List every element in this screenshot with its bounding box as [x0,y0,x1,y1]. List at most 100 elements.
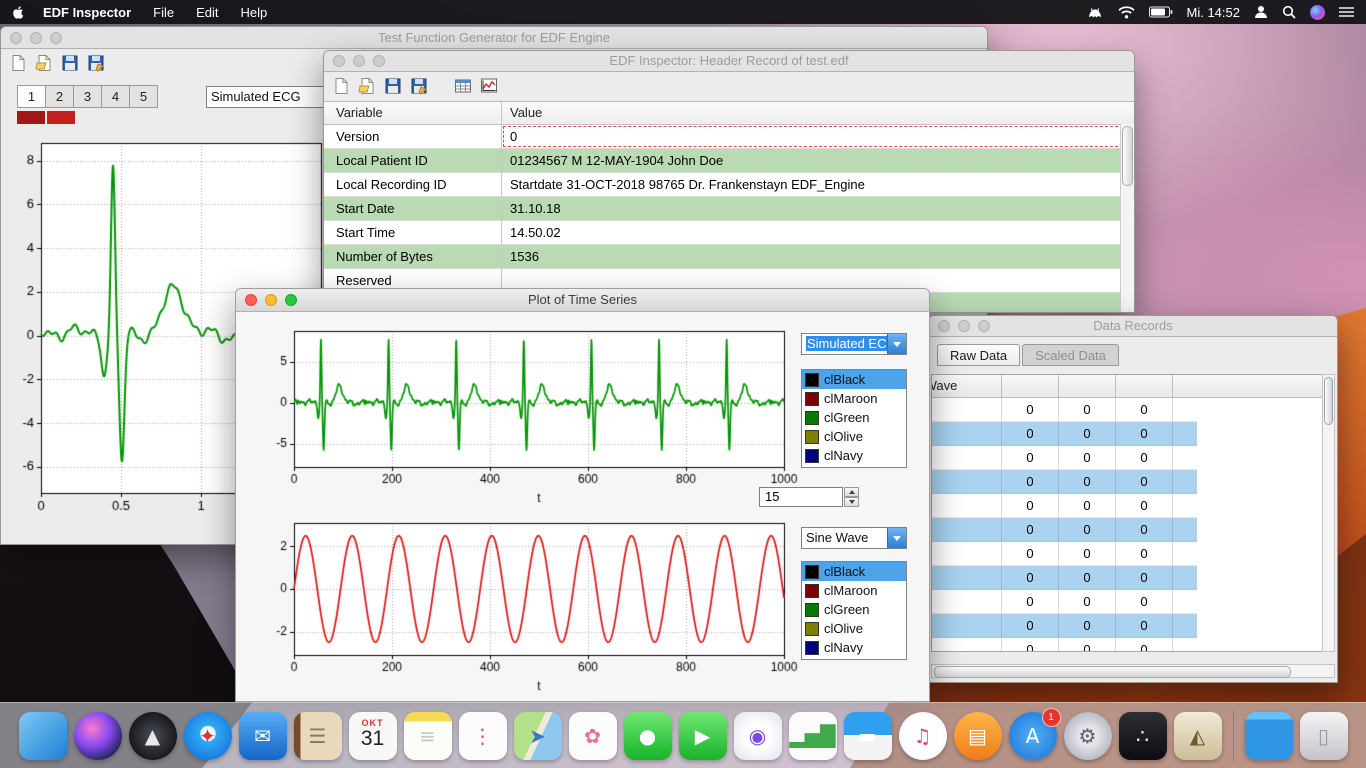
data-records-vscrollbar[interactable] [1322,374,1335,652]
scrollbar-thumb[interactable] [934,666,1291,678]
menu-clock[interactable]: Mi. 14:52 [1187,5,1240,20]
data-record-row[interactable]: 000 [932,518,1197,542]
zoom-button[interactable] [285,294,297,306]
dock-icon-siri[interactable] [74,712,122,760]
data-cell[interactable]: 0 [1002,566,1059,589]
dock-icon-safari[interactable]: ✦ [184,712,232,760]
plot-window-titlebar[interactable]: Plot of Time Series [236,289,929,312]
scrollbar-thumb[interactable] [1324,377,1333,425]
header-table-scrollbar[interactable] [1120,124,1134,312]
column-header-variable[interactable]: Variable [324,102,502,124]
data-record-row[interactable]: 000 [932,590,1197,614]
user-icon[interactable] [1254,5,1268,19]
tab-channel-4[interactable]: 4 [102,85,130,108]
data-cell[interactable]: 0 [1116,590,1173,613]
color-option-clgreen[interactable]: clGreen [802,600,906,619]
data-cell[interactable]: 0 [1059,494,1116,517]
zoom-button[interactable] [50,32,62,44]
dock-icon-presentation-app[interactable]: ▬ [844,712,892,760]
zoom-button[interactable] [373,55,385,67]
minimize-button[interactable] [30,32,42,44]
close-button[interactable] [333,55,345,67]
animal-icon[interactable] [1086,6,1104,19]
close-button[interactable] [10,32,22,44]
data-cell[interactable]: 0 [1002,470,1059,493]
color-option-clmaroon[interactable]: clMaroon [802,389,906,408]
battery-icon[interactable] [1149,6,1173,18]
dock-icon-itunes[interactable]: ♫ [899,712,947,760]
dock-icon-paw-app[interactable]: ∴ [1119,712,1167,760]
data-cell[interactable]: 0 [1116,566,1173,589]
value-cell[interactable]: Startdate 31-OCT-2018 98765 Dr. Frankens… [502,173,1134,196]
siri-icon[interactable] [1310,5,1325,20]
data-cell[interactable] [932,638,1002,652]
scrollbar-thumb[interactable] [1122,126,1133,186]
dock-icon-maps[interactable]: ➤ [514,712,562,760]
value-cell[interactable]: 01234567 M 12-MAY-1904 John Doe [502,149,1134,172]
spinner-value[interactable]: 15 [759,487,843,507]
variable-cell[interactable]: Start Time [324,221,502,244]
data-record-row[interactable]: 000 [932,422,1197,446]
close-button[interactable] [245,294,257,306]
data-cell[interactable]: 0 [1059,638,1116,652]
dock-icon-messages[interactable]: ● [624,712,672,760]
data-cell[interactable]: 0 [1116,518,1173,541]
column-header[interactable] [1059,375,1116,397]
data-records-hscrollbar[interactable] [931,664,1335,678]
data-cell[interactable]: 0 [1002,422,1059,445]
data-cell[interactable]: 0 [1116,542,1173,565]
bottom-series-select[interactable]: Sine Wave [801,527,907,549]
dock-icon-finder[interactable] [19,712,67,760]
dock-icon-books[interactable]: ▤ [954,712,1002,760]
dock-icon-system-preferences[interactable]: ⚙ [1064,712,1112,760]
save-button[interactable] [59,52,81,74]
chevron-down-icon[interactable] [887,334,906,354]
data-cell[interactable]: 0 [1116,494,1173,517]
variable-cell[interactable]: Local Recording ID [324,173,502,196]
color-option-clblack[interactable]: clBlack [802,370,906,389]
data-records-titlebar[interactable]: Data Records [929,316,1337,337]
dock-icon-charts-app[interactable]: ▂▅█ [789,712,837,760]
color-option-clolive[interactable]: clOlive [802,427,906,446]
value-cell[interactable]: 1536 [502,245,1134,268]
dock-icon-facetime[interactable]: ▶ [679,712,727,760]
dock-icon-downloads-folder[interactable] [1245,712,1293,760]
tab-channel-1[interactable]: 1 [17,85,46,108]
data-cell[interactable]: 0 [1002,590,1059,613]
save-button[interactable] [382,75,404,97]
data-cell[interactable]: 0 [1002,638,1059,652]
header-record-row[interactable]: Start Date31.10.18 [324,197,1134,221]
spinner-up-button[interactable] [844,487,859,497]
data-cell[interactable] [932,542,1002,565]
new-file-button[interactable] [7,52,29,74]
wifi-icon[interactable] [1118,6,1135,19]
export-button[interactable] [85,52,107,74]
data-record-row[interactable]: 000 [932,398,1197,422]
apple-menu-icon[interactable] [12,5,25,20]
header-record-row[interactable]: Local Patient ID01234567 M 12-MAY-1904 J… [324,149,1134,173]
spotlight-search-icon[interactable] [1282,5,1296,19]
dock-icon-mail[interactable]: ✉ [239,712,287,760]
data-cell[interactable]: 0 [1059,422,1116,445]
menu-help[interactable]: Help [240,5,267,20]
chart-view-button[interactable] [478,75,500,97]
column-header[interactable] [1116,375,1173,397]
dock-icon-trash[interactable]: ▯ [1300,712,1348,760]
tab-scaled-data[interactable]: Scaled Data [1022,344,1119,366]
data-cell[interactable] [932,590,1002,613]
value-cell[interactable]: 14.50.02 [502,221,1134,244]
tab-channel-3[interactable]: 3 [74,85,102,108]
dock-icon-reminders[interactable]: ⋮ [459,712,507,760]
data-cell[interactable] [932,446,1002,469]
color-list-top[interactable]: clBlackclMaroonclGreenclOliveclNavy [801,369,907,468]
color-option-clnavy[interactable]: clNavy [802,638,906,657]
data-cell[interactable]: 0 [1116,398,1173,421]
variable-cell[interactable]: Start Date [324,197,502,220]
data-cell[interactable]: 0 [1116,470,1173,493]
data-record-row[interactable]: 000 [932,638,1197,652]
header-record-row[interactable]: Version0 [324,125,1134,149]
data-record-row[interactable]: 000 [932,494,1197,518]
dock-icon-photos[interactable]: ✿ [569,712,617,760]
data-cell[interactable]: 0 [1059,398,1116,421]
data-record-row[interactable]: 000 [932,446,1197,470]
